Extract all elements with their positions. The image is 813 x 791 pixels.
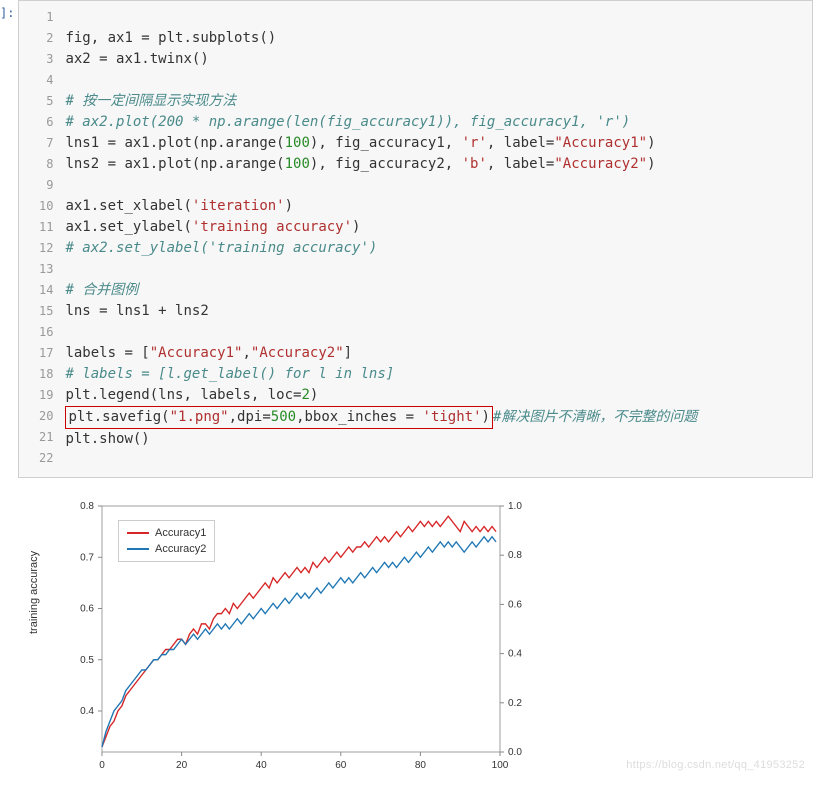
svg-text:40: 40 <box>256 760 268 771</box>
svg-text:1.0: 1.0 <box>508 501 522 512</box>
svg-text:0.4: 0.4 <box>508 649 522 660</box>
svg-text:0.5: 0.5 <box>80 655 94 666</box>
svg-text:0.7: 0.7 <box>80 552 94 563</box>
svg-text:0.4: 0.4 <box>80 706 94 717</box>
svg-text:0.2: 0.2 <box>508 698 522 709</box>
chart-legend: Accuracy1Accuracy2 <box>118 520 215 562</box>
code-cell: 12345678910111213141516171819202122 fig,… <box>18 0 813 478</box>
chart-output: 0 20 40 60 80 100 0.4 0.5 0.6 0.7 0.8 0.0 0.2 0.4 0.6 0… <box>40 492 813 775</box>
svg-text:0: 0 <box>99 760 105 771</box>
svg-text:80: 80 <box>415 760 427 771</box>
watermark-text: https://blog.csdn.net/qq_41953252 <box>626 759 805 771</box>
svg-text:0.6: 0.6 <box>508 599 522 610</box>
input-prompt: ]: <box>0 0 18 20</box>
code-body[interactable]: fig, ax1 = plt.subplots()ax2 = ax1.twinx… <box>61 1 812 477</box>
line-chart: 0 20 40 60 80 100 0.4 0.5 0.6 0.7 0.8 0.0 0.2 0.4 0.6 0… <box>40 492 540 775</box>
svg-text:60: 60 <box>335 760 347 771</box>
svg-text:0.6: 0.6 <box>80 604 94 615</box>
y-axis-label: training accuracy <box>28 550 40 633</box>
line-gutter: 12345678910111213141516171819202122 <box>19 1 61 477</box>
svg-text:0.8: 0.8 <box>508 550 522 561</box>
svg-text:0.8: 0.8 <box>80 501 94 512</box>
svg-text:20: 20 <box>176 760 188 771</box>
svg-text:0.0: 0.0 <box>508 747 522 758</box>
svg-text:100: 100 <box>492 760 509 771</box>
